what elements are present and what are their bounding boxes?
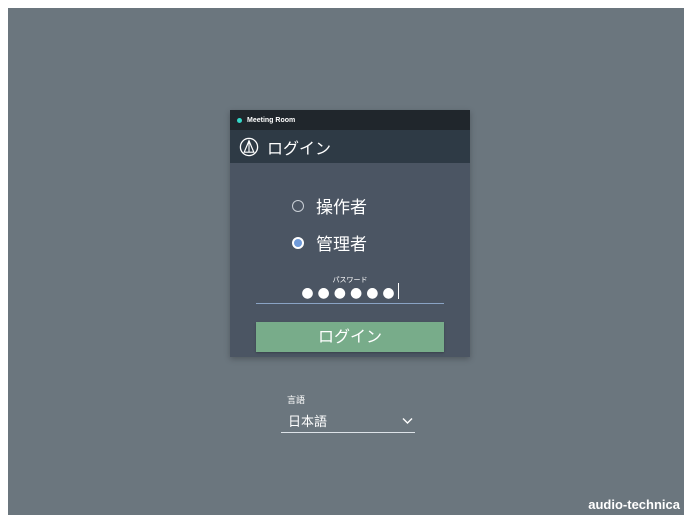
room-name: Meeting Room xyxy=(247,116,296,124)
role-option-admin[interactable]: 管理者 xyxy=(292,230,367,255)
login-button[interactable]: ログイン xyxy=(256,322,444,352)
login-dialog: Meeting Room ログイン 操作者 管理者 パスワード ●●●●●● ロ… xyxy=(230,110,470,357)
text-caret xyxy=(397,283,399,299)
room-bar: Meeting Room xyxy=(230,110,470,130)
radio-unchecked-icon[interactable] xyxy=(292,199,304,212)
chevron-down-icon xyxy=(402,417,413,424)
role-option-operator[interactable]: 操作者 xyxy=(292,193,367,218)
brand-logo-text: audio-technica xyxy=(588,497,680,512)
password-value: ●●●●●● xyxy=(301,285,399,301)
audio-technica-logo-icon xyxy=(239,137,259,156)
role-label: 操作者 xyxy=(316,198,367,218)
password-input[interactable]: ●●●●●● xyxy=(256,283,444,304)
dialog-header: ログイン xyxy=(230,130,470,163)
language-label: 言語 xyxy=(287,396,306,406)
radio-checked-icon[interactable] xyxy=(292,236,304,249)
status-dot-icon xyxy=(237,117,242,123)
language-select[interactable]: 日本語 xyxy=(281,409,415,433)
dialog-title: ログイン xyxy=(267,138,332,158)
role-label: 管理者 xyxy=(316,235,367,255)
login-screen: Meeting Room ログイン 操作者 管理者 パスワード ●●●●●● ロ… xyxy=(8,8,684,515)
language-value: 日本語 xyxy=(288,415,328,430)
